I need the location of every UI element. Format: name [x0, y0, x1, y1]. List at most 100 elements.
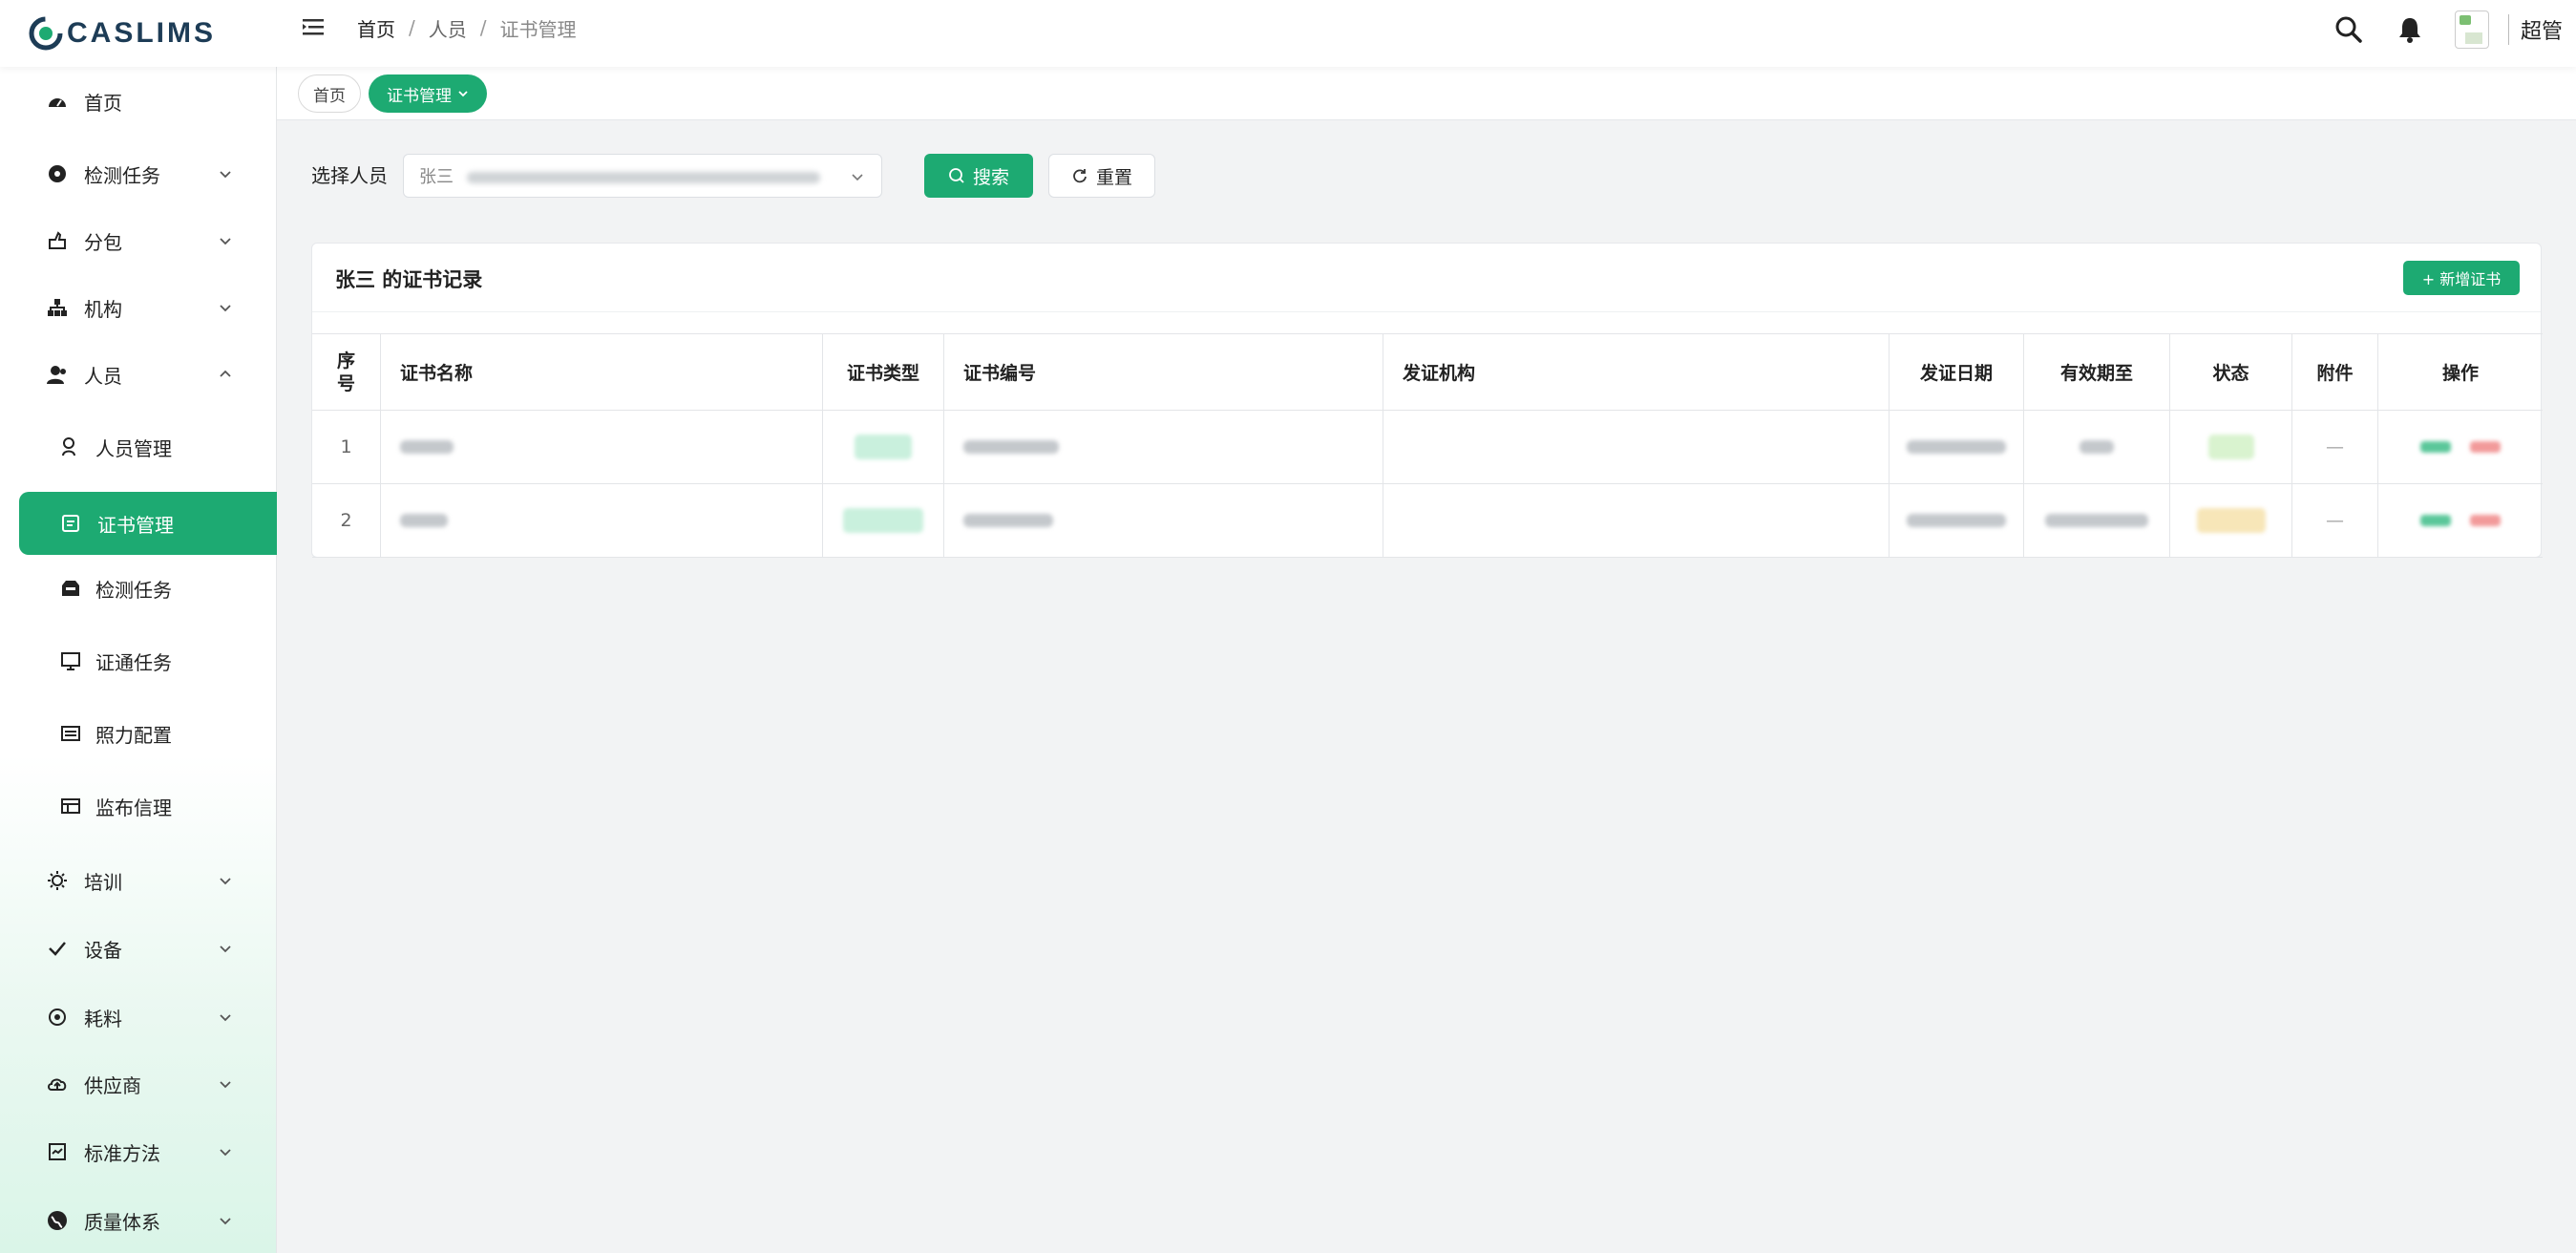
- sidebar-item-equipment[interactable]: 设备: [0, 920, 277, 977]
- sidebar-item-organization[interactable]: 机构: [0, 279, 277, 336]
- chart-icon: [49, 1143, 66, 1160]
- attachment-cell: —: [2292, 484, 2378, 557]
- row-index: 2: [312, 484, 381, 557]
- sidebar-item-inspection-task-sub[interactable]: 检测任务: [0, 560, 277, 617]
- edit-link[interactable]: [2420, 441, 2451, 453]
- breadcrumb-section[interactable]: 人员: [429, 14, 467, 42]
- person-select[interactable]: 张三: [403, 154, 882, 198]
- bell-icon[interactable]: [2394, 13, 2426, 46]
- sidebar-item-inspection-task[interactable]: 检测任务: [0, 145, 277, 202]
- avatar[interactable]: [2454, 11, 2489, 49]
- chevron-down-icon: [220, 945, 231, 953]
- logo-text: CASLIMS: [67, 17, 216, 49]
- sidebar-item-label: 证通任务: [95, 650, 172, 674]
- breadcrumb-home[interactable]: 首页: [357, 14, 395, 42]
- certificate-records-card: 张三 的证书记录 + 新增证书 序号 证书名称 证书类型 证书编号 发证机构 发…: [311, 243, 2543, 558]
- sidebar-item-label: 人员: [84, 364, 122, 388]
- tag-certificate-management[interactable]: 证书管理: [369, 74, 487, 113]
- delete-link[interactable]: [2470, 515, 2501, 526]
- sidebar-item-quality-system[interactable]: 质量体系: [0, 1192, 277, 1249]
- cert-name-cell: [381, 484, 823, 557]
- top-bar: CASLIMS 首页 / 人员 / 证书管理 超管: [0, 0, 2576, 67]
- add-certificate-button[interactable]: + 新增证书: [2403, 261, 2520, 295]
- sidebar-item-capability-config[interactable]: 照力配置: [0, 705, 277, 762]
- status-badge: [2170, 484, 2292, 557]
- chevron-down-icon: [220, 1218, 231, 1225]
- app-logo[interactable]: CASLIMS: [29, 11, 216, 55]
- sidebar-item-label: 检测任务: [84, 163, 160, 187]
- chevron-down-icon: [220, 171, 231, 179]
- chevron-down-icon: [852, 174, 863, 181]
- organization-icon: [48, 299, 67, 316]
- sidebar-item-standard-methods[interactable]: 标准方法: [0, 1123, 277, 1180]
- header-issue-date: 发证日期: [1890, 334, 2024, 410]
- header-valid-until: 有效期至: [2024, 334, 2170, 410]
- refresh-icon: [1073, 169, 1087, 183]
- issue-date-cell: [1890, 484, 2024, 557]
- sidebar-item-personnel[interactable]: 人员: [0, 346, 277, 403]
- material-icon: [49, 1009, 66, 1026]
- cloud-icon: [48, 1078, 67, 1091]
- table-row: 1 —: [312, 411, 2543, 484]
- certificate-icon: [62, 515, 79, 532]
- search-icon: [949, 168, 964, 183]
- sidebar-item-personnel-management[interactable]: 人员管理: [0, 418, 277, 476]
- sidebar-item-training[interactable]: 培训: [0, 852, 277, 909]
- chevron-down-icon: [220, 305, 231, 312]
- sidebar-item-label: 分包: [84, 230, 122, 254]
- person-select-value: 张三: [419, 167, 454, 187]
- reset-button[interactable]: 重置: [1048, 154, 1155, 198]
- chevron-down-icon: [220, 1081, 231, 1089]
- actions-cell: [2378, 484, 2543, 557]
- sidebar-item-label: 培训: [84, 870, 122, 894]
- issuer-cell: [1383, 411, 1890, 483]
- sidebar-item-label: 检测任务: [95, 578, 172, 602]
- menu-toggle-icon[interactable]: [300, 13, 328, 42]
- globe-icon: [48, 1211, 67, 1230]
- cert-number-cell: [944, 484, 1383, 557]
- header-actions: 操作: [2441, 363, 2479, 384]
- top-right-tools: 超管: [2333, 8, 2563, 52]
- sidebar-item-label: 标准方法: [84, 1141, 160, 1165]
- dashboard-icon: [49, 98, 66, 107]
- sidebar-item-certificate-management[interactable]: 证书管理: [19, 492, 277, 555]
- sidebar-item-subcontract[interactable]: 分包: [0, 212, 277, 269]
- sidebar-item-materials[interactable]: 耗料: [0, 988, 277, 1046]
- tag-home[interactable]: 首页: [298, 74, 361, 113]
- delete-link[interactable]: [2470, 441, 2501, 453]
- sidebar-item-label: 人员管理: [95, 436, 172, 460]
- chevron-down-icon: [458, 91, 468, 97]
- issuer-cell: [1383, 484, 1890, 557]
- status-badge: [2170, 411, 2292, 483]
- breadcrumb-separator: /: [479, 16, 487, 39]
- sidebar-item-supplier[interactable]: 供应商: [0, 1055, 277, 1113]
- sidebar-item-label: 照力配置: [95, 723, 172, 747]
- tags-bar: 首页 证书管理: [277, 67, 2576, 120]
- chevron-down-icon: [220, 238, 231, 245]
- monitor-icon: [61, 652, 80, 670]
- sidebar-item-label: 首页: [84, 91, 122, 115]
- sidebar-item-label: 耗料: [84, 1007, 122, 1030]
- edit-link[interactable]: [2420, 515, 2451, 526]
- sidebar-item-supervision-management[interactable]: 监布信理: [0, 777, 277, 835]
- search-button-label: 搜索: [972, 166, 1009, 188]
- sidebar-item-home[interactable]: 首页: [0, 73, 277, 130]
- user-name[interactable]: 超管: [2507, 14, 2563, 45]
- sidebar-item-label: 设备: [84, 938, 122, 962]
- inbox-icon: [62, 581, 79, 596]
- search-button[interactable]: 搜索: [924, 154, 1033, 198]
- header-cert-type: 证书类型: [823, 334, 944, 410]
- sidebar-item-label: 质量体系: [84, 1210, 160, 1234]
- tag-label: 证书管理: [387, 86, 452, 106]
- sidebar-item-label: 证书管理: [97, 513, 174, 537]
- task-icon: [49, 165, 66, 182]
- check-icon: [49, 942, 66, 956]
- sidebar-item-verification-task[interactable]: 证通任务: [0, 632, 277, 690]
- breadcrumb-separator: /: [409, 16, 415, 39]
- person-icon: [47, 366, 66, 384]
- sidebar-item-label: 机构: [84, 297, 122, 321]
- sidebar-item-label: 监布信理: [95, 796, 172, 819]
- add-certificate-label: + 新增证书: [2421, 270, 2502, 288]
- certificate-table: 序号 证书名称 证书类型 证书编号 发证机构 发证日期 有效期至 状态 附件 操…: [312, 333, 2543, 558]
- search-icon[interactable]: [2333, 13, 2365, 46]
